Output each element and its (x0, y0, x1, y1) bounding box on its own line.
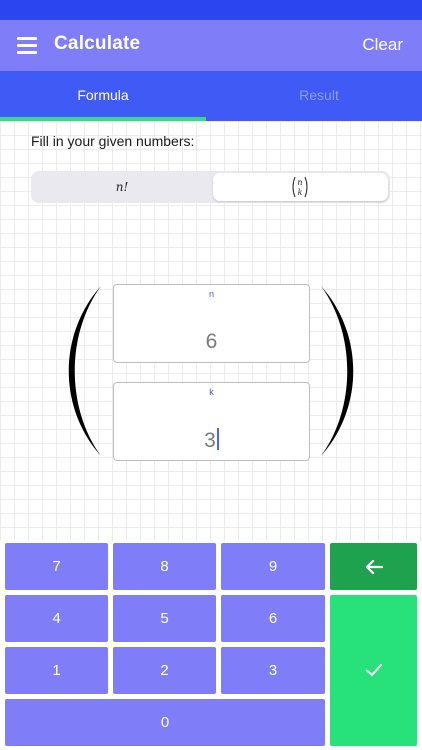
svg-text:n: n (297, 178, 302, 187)
n-input-label: n (208, 289, 214, 299)
clear-button[interactable]: Clear (362, 35, 403, 55)
k-input-label: k (209, 387, 214, 397)
key-2[interactable]: 2 (113, 647, 216, 694)
k-input-value: 3 (204, 429, 216, 452)
key-3[interactable]: 3 (221, 647, 325, 694)
n-input-value: 6 (205, 330, 218, 353)
key-1[interactable]: 1 (5, 647, 108, 694)
hamburger-menu-icon[interactable] (17, 37, 37, 54)
page-title: Calculate (54, 33, 141, 54)
key-0[interactable]: 0 (5, 699, 325, 746)
key-9[interactable]: 9 (221, 543, 325, 590)
numeric-keypad: 7 8 9 4 5 6 1 2 3 0 (0, 541, 422, 750)
arrow-left-icon (365, 559, 383, 575)
key-4[interactable]: 4 (5, 595, 108, 642)
binomial-option[interactable]: n k (213, 173, 388, 201)
status-bar (0, 0, 422, 20)
app-bar: Calculate Clear (0, 20, 422, 71)
backspace-key[interactable] (330, 543, 417, 590)
svg-text:k: k (298, 188, 303, 197)
factorial-option[interactable]: n! (33, 173, 211, 201)
n-input-field[interactable]: n 6 (113, 284, 310, 363)
checkmark-icon (365, 664, 382, 676)
right-parenthesis (321, 286, 354, 456)
key-7[interactable]: 7 (5, 543, 108, 590)
binomial-coefficient-icon: n k (292, 176, 308, 198)
tab-formula[interactable]: Formula (0, 71, 206, 121)
key-6[interactable]: 6 (221, 595, 325, 642)
formula-panel: Fill in your given numbers: n! n k n 6 k… (0, 121, 422, 541)
key-5[interactable]: 5 (113, 595, 216, 642)
tab-bar: Formula Result (0, 71, 422, 121)
tab-result[interactable]: Result (216, 71, 422, 121)
left-parenthesis (68, 286, 101, 456)
formula-type-selector: n! n k (31, 171, 390, 203)
k-input-field[interactable]: k 3 (113, 382, 310, 461)
confirm-key[interactable] (330, 595, 417, 746)
instruction-text: Fill in your given numbers: (31, 133, 195, 149)
key-8[interactable]: 8 (113, 543, 216, 590)
text-cursor (216, 428, 219, 450)
